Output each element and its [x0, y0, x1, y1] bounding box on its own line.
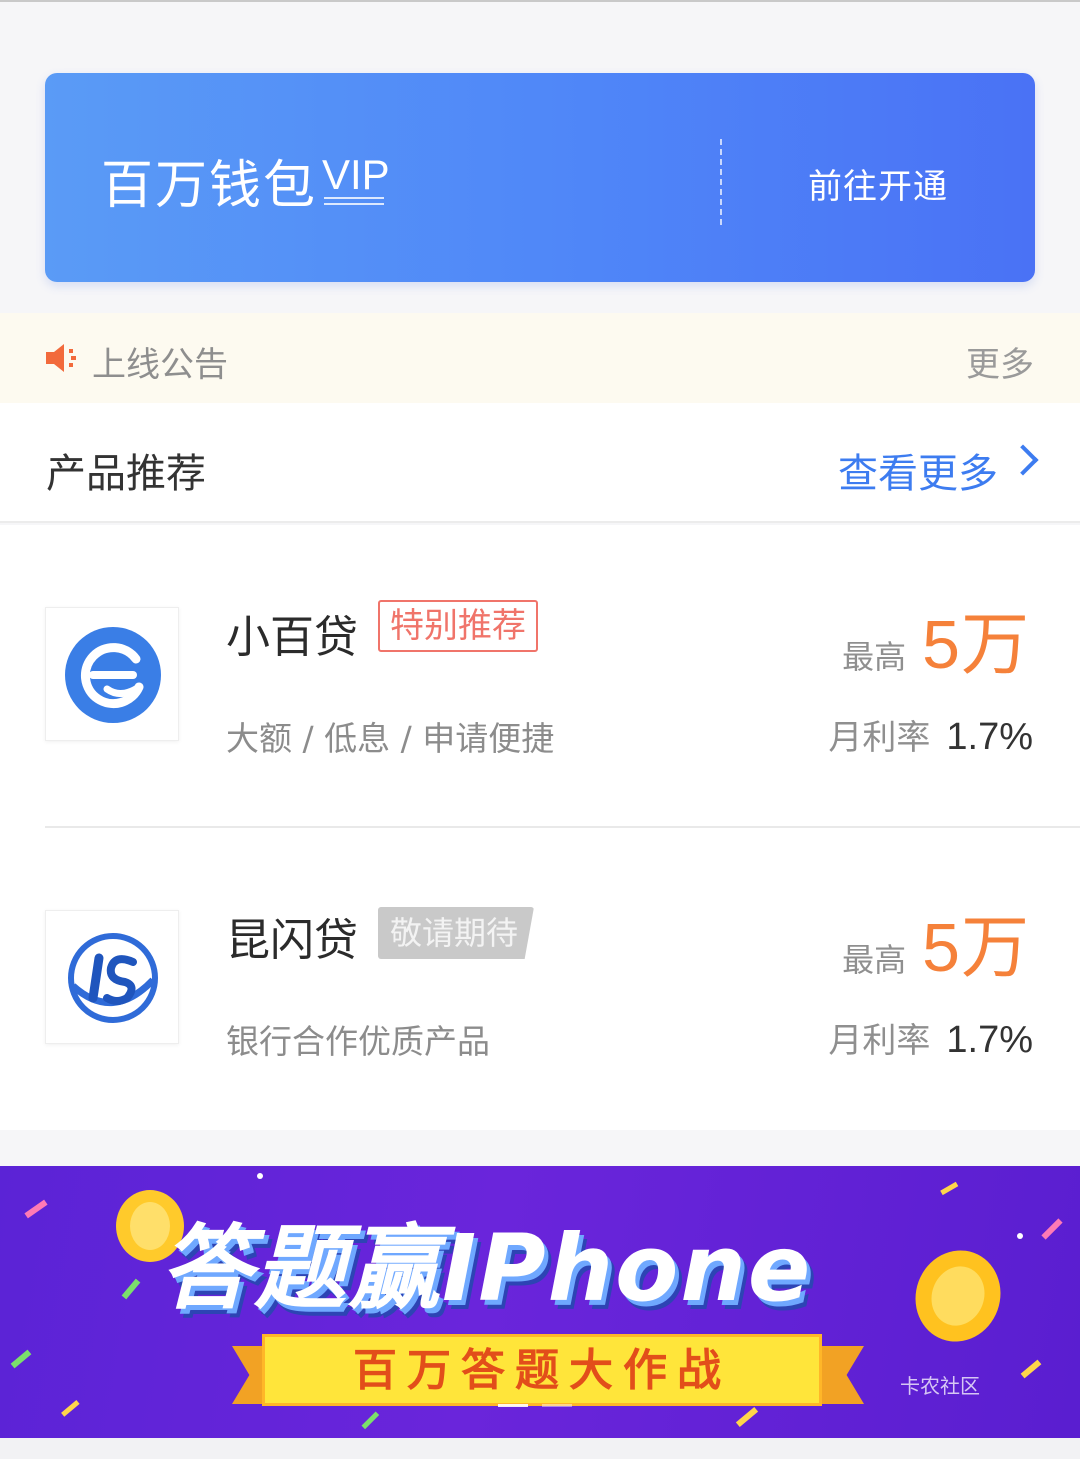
promo-subtitle: 百万答题大作战 [353, 1345, 731, 1396]
vip-title: 百万钱包 [101, 156, 318, 216]
amount-label: 最高 [842, 941, 907, 979]
product-amount: 最高 5万 [842, 892, 1030, 991]
section-header: 产品推荐 查看更多 [0, 403, 1080, 523]
rate-label: 月利率 [828, 718, 931, 758]
product-card-xiaobaidai[interactable]: 小百贷 特别推荐 大额 / 低息 / 申请便捷 最高 5万 月利率 1.7% [0, 525, 1080, 828]
vip-divider [720, 139, 722, 225]
product-tag: 敬请期待 [378, 907, 535, 959]
notice-more-link[interactable]: 更多 [966, 337, 1034, 386]
product-amount: 最高 5万 [842, 589, 1030, 688]
xiaobai-logo-icon [65, 627, 161, 723]
watermark: 卡农社区 [900, 1374, 980, 1398]
rate-label: 月利率 [828, 1021, 931, 1061]
vip-open-button[interactable]: 前往开通 [808, 159, 948, 208]
amount-value: 5万 [922, 607, 1030, 683]
chevron-right-icon[interactable] [1007, 444, 1039, 476]
product-name: 小百贷 [226, 612, 358, 663]
product-card-kunshandai[interactable]: 昆闪贷 敬请期待 银行合作优质产品 最高 5万 月利率 1.7% [0, 828, 1080, 1130]
rate-value: 1.7% [946, 716, 1033, 758]
vip-banner[interactable]: 百万钱包 VIP 前往开通 [45, 73, 1035, 282]
product-name: 昆闪贷 [226, 915, 358, 966]
product-tag: 特别推荐 [378, 600, 538, 652]
view-more-link[interactable]: 查看更多 [838, 441, 998, 499]
top-divider [0, 0, 1080, 2]
amount-label: 最高 [842, 638, 907, 676]
promo-title: 答题赢IPhone [160, 1215, 813, 1322]
product-logo [45, 607, 179, 741]
amount-value: 5万 [922, 910, 1030, 986]
vip-badge: VIP [322, 151, 390, 198]
vip-badge-underline [324, 197, 384, 205]
product-rate: 月利率 1.7% [828, 710, 1033, 759]
kunshan-logo-icon [68, 933, 158, 1023]
product-list: 小百贷 特别推荐 大额 / 低息 / 申请便捷 最高 5万 月利率 1.7% 昆… [0, 525, 1080, 1130]
carousel-indicator[interactable] [498, 1404, 572, 1407]
bottom-spacer [0, 1438, 1080, 1459]
app-screen: 百万钱包 VIP 前往开通 上线公告 更多 产品推荐 查看更多 小百贷 特别推荐… [0, 0, 1080, 1459]
product-logo [45, 910, 179, 1044]
notice-text: 上线公告 [92, 345, 228, 385]
carousel-dot[interactable] [542, 1404, 572, 1407]
promo-banner[interactable]: 答题赢IPhone 百万答题大作战 卡农社区 [0, 1166, 1080, 1438]
product-rate: 月利率 1.7% [828, 1013, 1033, 1062]
speaker-icon [46, 344, 76, 372]
rate-value: 1.7% [946, 1019, 1033, 1061]
product-desc: 银行合作优质产品 [226, 1022, 490, 1061]
carousel-dot-active[interactable] [498, 1404, 528, 1407]
notice-bar[interactable]: 上线公告 更多 [0, 313, 1080, 403]
product-desc: 大额 / 低息 / 申请便捷 [226, 719, 555, 758]
section-title: 产品推荐 [46, 451, 206, 497]
